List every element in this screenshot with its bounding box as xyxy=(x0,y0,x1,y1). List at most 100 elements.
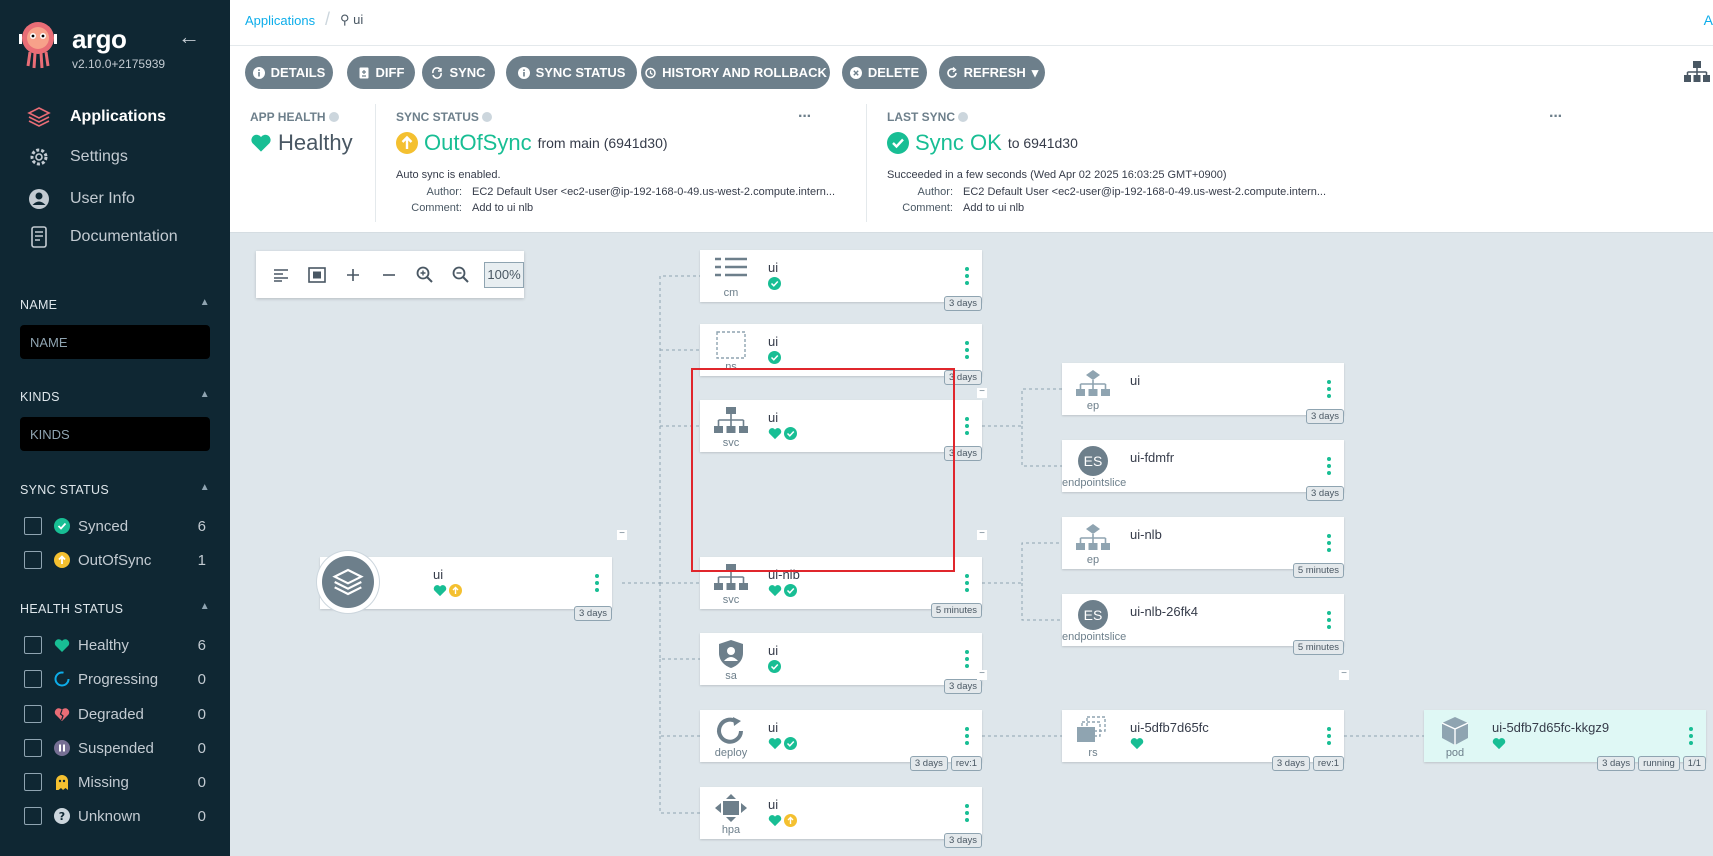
kebab-menu-icon[interactable] xyxy=(1322,529,1336,557)
kebab-menu-icon[interactable] xyxy=(1684,722,1698,750)
sync-status-label: OutOfSync xyxy=(424,130,532,155)
expand-all-icon[interactable] xyxy=(336,260,370,290)
filter-healthy[interactable]: Healthy 6 xyxy=(24,633,206,657)
top-bar-right-text[interactable]: A xyxy=(1704,12,1713,28)
sync-button[interactable]: SYNC xyxy=(422,56,495,89)
nav-applications[interactable]: Applications xyxy=(0,100,230,134)
kebab-menu-icon[interactable] xyxy=(960,336,974,364)
node-kind: svc xyxy=(722,594,740,606)
help-icon[interactable] xyxy=(481,112,492,122)
sync-status-button[interactable]: SYNC STATUS xyxy=(506,56,637,89)
breadcrumb-applications[interactable]: Applications xyxy=(245,13,315,28)
collapse-toggle[interactable]: − xyxy=(977,387,987,398)
zoom-level[interactable]: 100% xyxy=(484,261,524,288)
collapse-toggle[interactable]: − xyxy=(1339,669,1349,680)
sync-status-heading[interactable]: SYNC STATUS ▲ xyxy=(20,482,210,497)
filter-degraded[interactable]: Degraded 0 xyxy=(24,702,206,726)
kinds-filter-input[interactable] xyxy=(20,417,210,451)
collapse-all-icon[interactable] xyxy=(372,260,406,290)
gear-icon xyxy=(24,145,54,169)
resource-node-rs[interactable]: rs ui-5dfb7d65fc 3 days rev:1 xyxy=(1062,710,1344,771)
resource-node-deploy[interactable]: deploy ui 3 days rev:1 xyxy=(700,710,982,771)
resource-node-endpointslice[interactable]: ES endpointslice ui-nlb-26fk4 5 minutes xyxy=(1062,594,1344,655)
filter-suspended[interactable]: Suspended 0 xyxy=(24,736,206,760)
node-kind: endpointslice xyxy=(1062,477,1127,489)
kebab-menu-icon[interactable] xyxy=(1322,722,1336,750)
collapse-toggle[interactable]: − xyxy=(977,529,987,540)
collapse-toggle[interactable]: − xyxy=(617,529,627,540)
nav-label: User Info xyxy=(70,190,135,207)
heart-icon xyxy=(54,637,70,653)
health-status-heading[interactable]: HEALTH STATUS ▲ xyxy=(20,601,210,616)
tree-view-icon[interactable] xyxy=(1683,60,1713,86)
checkbox[interactable] xyxy=(24,739,42,757)
author-label: Author: xyxy=(426,186,462,198)
heart-icon xyxy=(1130,737,1144,755)
collapse-toggle[interactable]: − xyxy=(977,669,987,680)
nav-user-info[interactable]: User Info xyxy=(0,182,230,216)
kebab-menu-icon[interactable] xyxy=(960,799,974,827)
kebab-menu-icon[interactable] xyxy=(1322,606,1336,634)
last-sync-heading-label: LAST SYNC xyxy=(887,110,956,124)
fit-view-icon[interactable] xyxy=(300,260,334,290)
collapse-sidebar-button[interactable]: ← xyxy=(178,24,200,50)
sync-status-revision: from main (6941d30) xyxy=(537,135,668,151)
kinds-filter-heading[interactable]: KINDS ▲ xyxy=(20,389,210,404)
help-icon[interactable] xyxy=(958,112,969,122)
filter-missing[interactable]: Missing 0 xyxy=(24,770,206,794)
resource-graph[interactable]: 100% ui 3 days cm ui 3 days ns ui 3 days svc ui… xyxy=(230,233,1713,856)
resource-node-cm[interactable]: cm ui 3 days xyxy=(700,250,982,311)
filter-synced[interactable]: Synced 6 xyxy=(24,514,206,538)
diff-button[interactable]: DIFF xyxy=(347,56,415,89)
argo-logo[interactable] xyxy=(18,20,58,70)
more-menu-button[interactable]: ··· xyxy=(1549,108,1563,126)
kebab-menu-icon[interactable] xyxy=(960,412,974,440)
info-icon xyxy=(252,66,265,79)
checkbox[interactable] xyxy=(24,636,42,654)
nav-settings[interactable]: Settings xyxy=(0,140,230,174)
more-menu-button[interactable]: ··· xyxy=(798,108,812,126)
kebab-menu-icon[interactable] xyxy=(960,569,974,597)
resource-node-pod[interactable]: pod ui-5dfb7d65fc-kkgz9 3 days running 1/1 xyxy=(1424,710,1706,771)
checkbox[interactable] xyxy=(24,705,42,723)
name-filter-input[interactable] xyxy=(20,325,210,359)
kebab-menu-icon[interactable] xyxy=(960,645,974,673)
node-status xyxy=(768,584,797,602)
refresh-button[interactable]: REFRESH ▾ xyxy=(939,56,1045,89)
nav-documentation[interactable]: Documentation xyxy=(0,220,230,254)
kebab-menu-icon[interactable] xyxy=(1322,375,1336,403)
node-name: ui-fdmfr xyxy=(1130,450,1175,465)
checkbox[interactable] xyxy=(24,807,42,825)
resource-node-sa[interactable]: sa ui 3 days xyxy=(700,633,982,694)
checkbox[interactable] xyxy=(24,517,42,535)
resource-node-endpointslice[interactable]: ES endpointslice ui-fdmfr 3 days xyxy=(1062,440,1344,501)
heart-icon xyxy=(251,134,271,152)
resource-node-ep[interactable]: ep ui 3 days xyxy=(1062,363,1344,424)
node-name: ui xyxy=(433,567,444,582)
app-health-panel: APP HEALTH Healthy xyxy=(250,98,360,233)
checkbox[interactable] xyxy=(24,670,42,688)
delete-button[interactable]: DELETE xyxy=(842,56,927,89)
kebab-menu-icon[interactable] xyxy=(1322,452,1336,480)
node-tag: 1/1 xyxy=(1682,756,1706,771)
zoom-out-icon[interactable] xyxy=(444,260,478,290)
details-button[interactable]: DETAILS xyxy=(245,56,333,89)
history-rollback-button[interactable]: HISTORY AND ROLLBACK xyxy=(641,56,830,89)
help-icon[interactable] xyxy=(328,112,339,122)
refresh-button-label: REFRESH xyxy=(963,65,1026,80)
resource-node-hpa[interactable]: hpa ui 3 days xyxy=(700,787,982,848)
filter-unknown[interactable]: ? Unknown 0 xyxy=(24,804,206,828)
filter-label: Healthy xyxy=(78,636,129,654)
checkbox[interactable] xyxy=(24,773,42,791)
kebab-menu-icon[interactable] xyxy=(590,569,604,597)
filter-out-of-sync[interactable]: OutOfSync 1 xyxy=(24,548,206,572)
resource-node-ep[interactable]: ep ui-nlb 5 minutes xyxy=(1062,517,1344,578)
filter-progressing[interactable]: Progressing 0 xyxy=(24,667,206,691)
kebab-menu-icon[interactable] xyxy=(960,722,974,750)
filter-label: Progressing xyxy=(78,670,159,688)
name-filter-heading[interactable]: NAME ▲ xyxy=(20,297,210,312)
checkbox[interactable] xyxy=(24,551,42,569)
zoom-in-icon[interactable] xyxy=(408,260,442,290)
kebab-menu-icon[interactable] xyxy=(960,262,974,290)
align-left-icon[interactable] xyxy=(264,260,298,290)
